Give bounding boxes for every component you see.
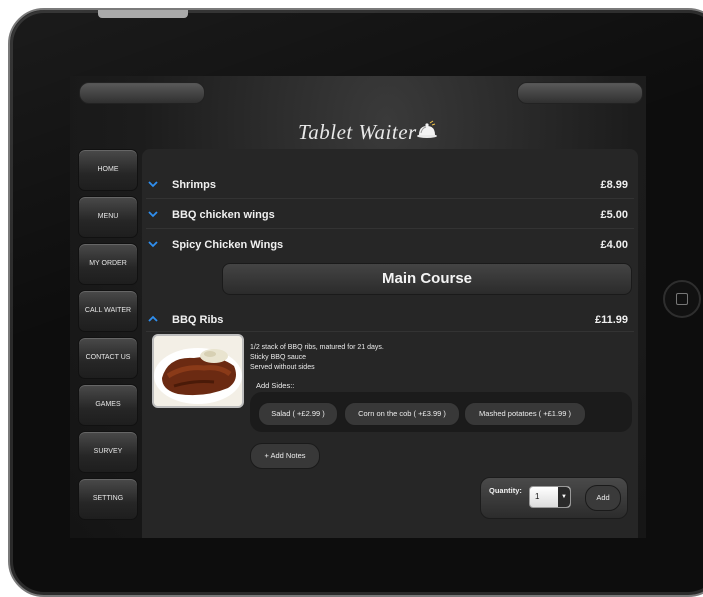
menu-item-price: £5.00 bbox=[600, 209, 628, 221]
item-description: 1/2 stack of BBQ ribs, matured for 21 da… bbox=[250, 343, 384, 373]
top-left-pill[interactable] bbox=[79, 82, 205, 104]
bbq-ribs-photo bbox=[152, 334, 244, 408]
chevron-down-icon[interactable] bbox=[148, 209, 158, 219]
menu-item-price: £8.99 bbox=[600, 179, 628, 191]
row-divider bbox=[146, 331, 634, 332]
row-divider bbox=[146, 228, 634, 229]
add-sides-label: Add Sides:: bbox=[256, 381, 295, 390]
dropdown-arrow-icon: ▼ bbox=[558, 487, 570, 507]
nav-contact-us[interactable]: CONTACT US bbox=[78, 337, 138, 379]
chevron-down-icon[interactable] bbox=[148, 239, 158, 249]
menu-item-name: Shrimps bbox=[172, 179, 217, 191]
nav-menu[interactable]: MENU bbox=[78, 196, 138, 238]
section-header-main-course: Main Course bbox=[222, 263, 632, 295]
side-nav: HOME MENU MY ORDER CALL WAITER CONTACT U… bbox=[78, 149, 138, 525]
menu-panel: Shrimps £8.99 BBQ chicken wings £5.00 Sp… bbox=[142, 149, 638, 538]
menu-item-price: £4.00 bbox=[600, 239, 628, 251]
menu-item-row[interactable]: BBQ chicken wings £5.00 bbox=[142, 201, 638, 229]
menu-item-price: £11.99 bbox=[594, 314, 628, 326]
app-screen: Tablet Waiter HOME MENU MY ORDER CALL WA… bbox=[70, 76, 646, 538]
nav-home[interactable]: HOME bbox=[78, 149, 138, 191]
menu-item-name: Spicy Chicken Wings bbox=[172, 239, 284, 251]
quantity-label: Quantity: bbox=[489, 486, 522, 495]
nav-games[interactable]: GAMES bbox=[78, 384, 138, 426]
home-square-icon bbox=[676, 293, 688, 305]
menu-item-name: BBQ chicken wings bbox=[172, 209, 275, 221]
add-to-order-button[interactable]: Add bbox=[585, 485, 621, 511]
app-logo-text: Tablet Waiter bbox=[298, 120, 417, 144]
quantity-select[interactable]: 1 ▼ bbox=[529, 486, 571, 508]
add-notes-button[interactable]: + Add Notes bbox=[250, 443, 320, 469]
chevron-down-icon[interactable] bbox=[148, 179, 158, 189]
side-option-salad[interactable]: Salad ( +£2.99 ) bbox=[258, 402, 338, 426]
nav-call-waiter[interactable]: CALL WAITER bbox=[78, 290, 138, 332]
ribs-image-icon bbox=[154, 336, 242, 406]
side-option-corn[interactable]: Corn on the cob ( +£3.99 ) bbox=[344, 402, 460, 426]
menu-item-row[interactable]: Shrimps £8.99 bbox=[142, 171, 638, 199]
top-right-pill[interactable] bbox=[517, 82, 643, 104]
menu-item-row-expanded[interactable]: BBQ Ribs £11.99 bbox=[142, 306, 638, 334]
nav-my-order[interactable]: MY ORDER bbox=[78, 243, 138, 285]
description-line: 1/2 stack of BBQ ribs, matured for 21 da… bbox=[250, 344, 384, 351]
quantity-control: Quantity: 1 ▼ Add bbox=[480, 477, 628, 519]
side-option-mashed-potatoes[interactable]: Mashed potatoes ( +£1.99 ) bbox=[464, 402, 586, 426]
quantity-value: 1 bbox=[535, 492, 540, 501]
device-home-button[interactable] bbox=[663, 280, 701, 318]
cloche-icon bbox=[417, 120, 437, 138]
nav-setting[interactable]: SETTING bbox=[78, 478, 138, 520]
device-top-edge bbox=[98, 10, 188, 18]
description-line: Served without sides bbox=[250, 364, 315, 371]
chevron-up-icon[interactable] bbox=[148, 314, 158, 324]
menu-item-name: BBQ Ribs bbox=[172, 314, 224, 326]
description-line: Sticky BBQ sauce bbox=[250, 354, 307, 361]
row-divider bbox=[146, 198, 634, 199]
menu-item-row[interactable]: Spicy Chicken Wings £4.00 bbox=[142, 231, 638, 259]
nav-survey[interactable]: SURVEY bbox=[78, 431, 138, 473]
